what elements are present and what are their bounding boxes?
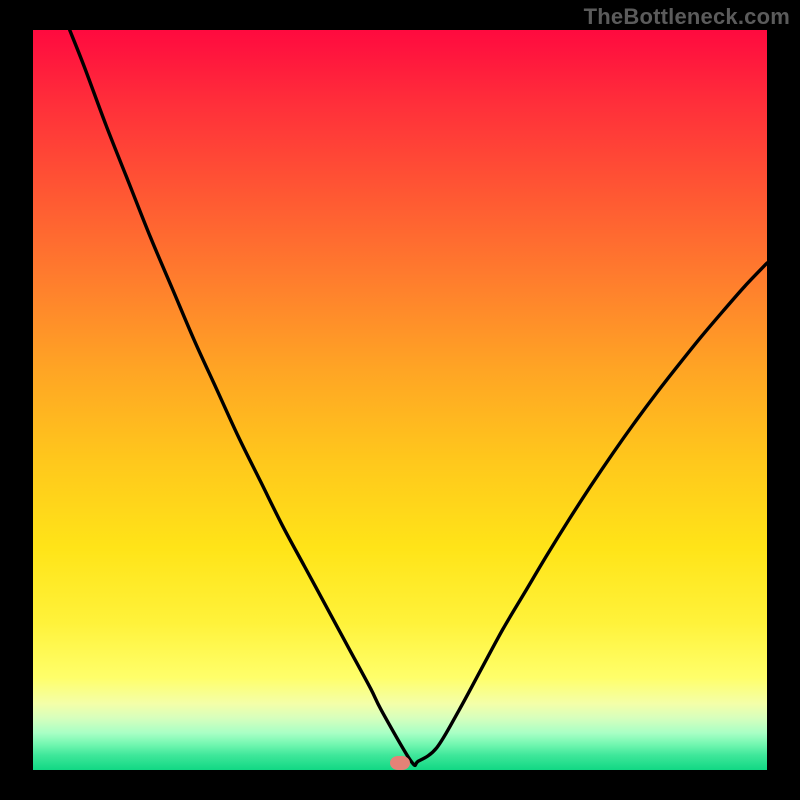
- optimum-marker: [390, 756, 410, 770]
- plot-area: [33, 30, 767, 770]
- chart-frame: TheBottleneck.com: [0, 0, 800, 800]
- bottleneck-curve: [33, 30, 767, 770]
- attribution-text: TheBottleneck.com: [584, 4, 790, 30]
